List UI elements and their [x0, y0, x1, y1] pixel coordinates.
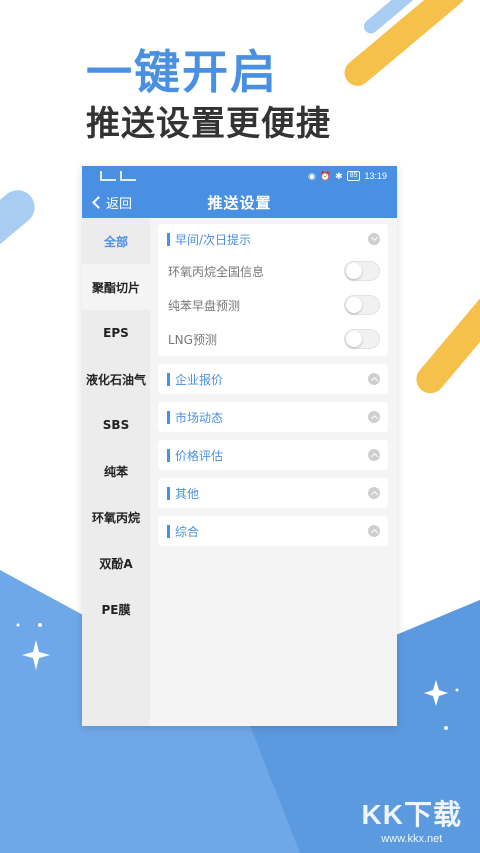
- nav-bar: 返回 推送设置: [82, 186, 397, 218]
- expand-icon: [368, 411, 380, 423]
- page-title: 推送设置: [207, 193, 272, 212]
- section-header[interactable]: 企业报价: [158, 364, 388, 394]
- sidebar-item-label: 纯苯: [103, 464, 128, 479]
- sidebar-item-lpg[interactable]: 液化石油气: [82, 356, 150, 402]
- sidebar-item-pe-film[interactable]: PE膜: [82, 586, 150, 632]
- collapse-icon: [368, 233, 380, 245]
- section-title: 企业报价: [167, 371, 223, 388]
- sidebar-item-label: 聚酯切片: [91, 280, 140, 295]
- watermark-logo: KK下载 www.kkx.net: [362, 793, 462, 845]
- toggle-label: LNG预测: [168, 332, 217, 347]
- toggle-label: 环氧丙烷全国信息: [168, 264, 265, 279]
- notification-toggle[interactable]: [344, 261, 380, 281]
- expand-icon: [368, 525, 380, 537]
- sidebar-item-eps[interactable]: EPS: [82, 310, 150, 356]
- toggle-row: 纯苯早盘预测: [158, 288, 388, 322]
- sidebar-item-label: 全部: [103, 234, 128, 249]
- expand-icon: [368, 449, 380, 461]
- content-area: 全部 聚酯切片 EPS 液化石油气 SBS 纯苯 环氧丙烷 双酚A PE膜 早间…: [82, 218, 397, 726]
- sidebar-item-sbs[interactable]: SBS: [82, 402, 150, 448]
- sidebar-item-label: 环氧丙烷: [91, 510, 140, 525]
- status-bar: ◉ ⏰ ✱ 85 13:19: [82, 166, 397, 186]
- section-morning-tips: 早间/次日提示 环氧丙烷全国信息 纯苯早盘预测 LNG预测: [158, 224, 388, 356]
- bluetooth-icon: ✱: [335, 170, 343, 181]
- expand-icon: [368, 373, 380, 385]
- sidebar-item-benzene[interactable]: 纯苯: [82, 448, 150, 494]
- chevron-left-icon: [92, 195, 105, 209]
- sidebar-item-polyester-chips[interactable]: 聚酯切片: [82, 264, 150, 310]
- section-enterprise-quotes: 企业报价: [158, 364, 388, 394]
- sidebar-item-label: EPS: [103, 326, 129, 340]
- sidebar-item-propylene-oxide[interactable]: 环氧丙烷: [82, 494, 150, 540]
- section-title: 综合: [167, 523, 199, 540]
- section-other: 其他: [158, 478, 388, 508]
- sidebar-item-label: 双酚A: [99, 556, 133, 571]
- section-title: 市场动态: [167, 409, 223, 426]
- status-right-group: ◉ ⏰ ✱ 85 13:19: [308, 171, 387, 182]
- back-label: 返回: [106, 196, 133, 212]
- settings-list: 早间/次日提示 环氧丙烷全国信息 纯苯早盘预测 LNG预测 企业报价 市场动态 …: [150, 218, 397, 726]
- sidebar-item-label: 液化石油气: [85, 372, 146, 387]
- sidebar-item-all[interactable]: 全部: [82, 218, 150, 264]
- section-header[interactable]: 市场动态: [158, 402, 388, 432]
- sidebar-item-bisphenol-a[interactable]: 双酚A: [82, 540, 150, 586]
- status-time: 13:19: [364, 171, 387, 181]
- toggle-label: 纯苯早盘预测: [168, 298, 241, 313]
- toggle-row: LNG预测: [158, 322, 388, 356]
- subheadline: 推送设置更便捷: [86, 104, 331, 144]
- phone-screenshot: ◉ ⏰ ✱ 85 13:19 返回 推送设置 全部 聚酯切片 EPS 液化石油气…: [82, 166, 397, 726]
- signal-icon: [120, 171, 136, 181]
- section-title: 价格评估: [167, 447, 223, 464]
- section-header[interactable]: 早间/次日提示: [158, 224, 388, 254]
- alarm-icon: ⏰: [319, 170, 332, 181]
- watermark-brand: KK下载: [361, 799, 462, 830]
- toggle-row: 环氧丙烷全国信息: [158, 254, 388, 288]
- section-price-assessment: 价格评估: [158, 440, 388, 470]
- back-button[interactable]: 返回: [90, 186, 132, 218]
- section-title: 其他: [167, 485, 199, 502]
- section-header[interactable]: 综合: [158, 516, 388, 546]
- battery-icon: 85: [346, 171, 361, 181]
- watermark-url: www.kkx.net: [381, 833, 443, 845]
- section-header[interactable]: 其他: [158, 478, 388, 508]
- signal-icon: [100, 171, 116, 181]
- status-signal-group: [100, 171, 136, 181]
- notification-toggle[interactable]: [344, 329, 380, 349]
- headline: 一键开启: [86, 45, 278, 99]
- expand-icon: [368, 487, 380, 499]
- category-sidebar: 全部 聚酯切片 EPS 液化石油气 SBS 纯苯 环氧丙烷 双酚A PE膜: [82, 218, 150, 726]
- section-header[interactable]: 价格评估: [158, 440, 388, 470]
- sidebar-item-label: PE膜: [101, 602, 131, 617]
- sidebar-item-label: SBS: [102, 418, 130, 432]
- eye-icon: ◉: [308, 170, 316, 181]
- section-general: 综合: [158, 516, 388, 546]
- section-title: 早间/次日提示: [167, 231, 251, 248]
- section-market-news: 市场动态: [158, 402, 388, 432]
- notification-toggle[interactable]: [344, 295, 380, 315]
